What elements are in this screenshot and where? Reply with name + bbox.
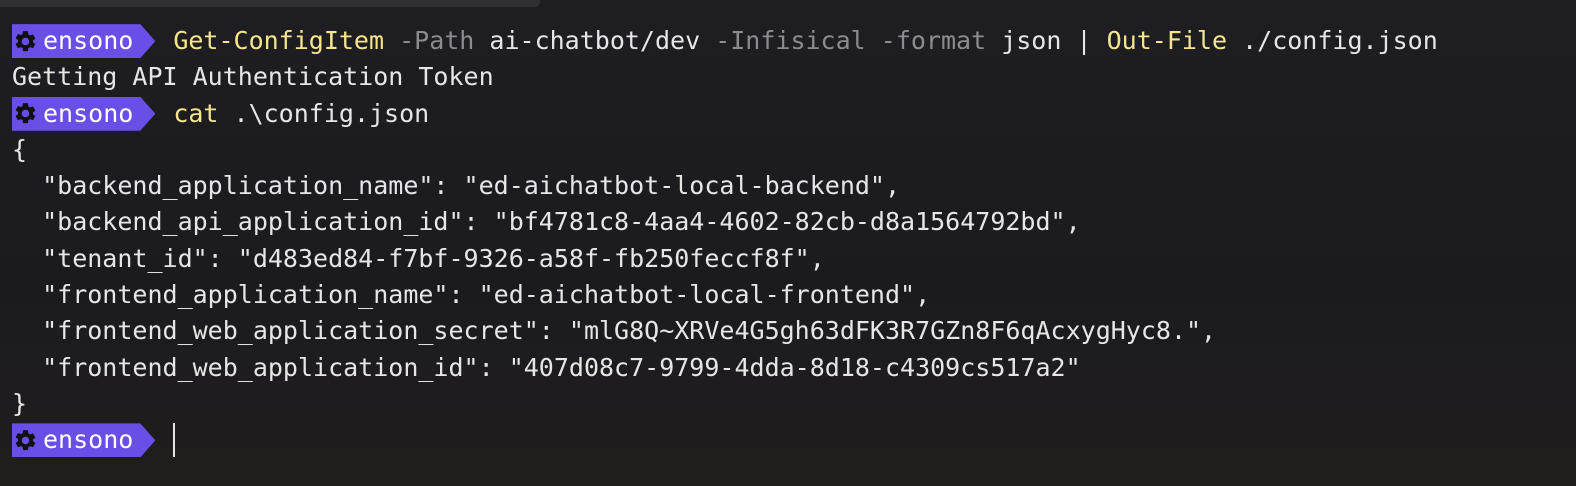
gear-icon	[13, 101, 38, 126]
json-line-text: "backend_application_name": "ed-aichatbo…	[12, 171, 901, 201]
json-line: "backend_api_application_id": "bf4781c8-…	[12, 204, 1564, 240]
text-cursor[interactable]	[173, 423, 176, 458]
prompt-label: ensono	[43, 98, 134, 128]
pipe-operator: |	[1076, 26, 1092, 55]
json-line-text: "backend_api_application_id": "bf4781c8-…	[12, 207, 1081, 237]
json-line-text: "frontend_web_application_id": "407d08c7…	[12, 352, 1081, 382]
command-line-1: ensono Get-ConfigItem -Path ai-chatbot/d…	[12, 23, 1564, 59]
param-format: -format	[880, 26, 987, 55]
command-line-2: ensono cat .\config.json	[12, 96, 1564, 132]
gear-icon	[13, 29, 38, 54]
prompt-segment: ensono	[12, 24, 155, 58]
param-path: -Path	[399, 26, 475, 55]
window-tab-strip	[0, 0, 540, 7]
param-infisical: -Infisical	[715, 26, 866, 55]
prompt-segment: ensono	[12, 97, 155, 131]
json-line: "frontend_web_application_id": "407d08c7…	[12, 350, 1564, 386]
json-brace: }	[12, 388, 28, 418]
json-line: "frontend_application_name": "ed-aichatb…	[12, 277, 1564, 313]
json-line-text: "frontend_web_application_secret": "mlG8…	[12, 316, 1217, 346]
path-value: ai-chatbot/dev	[489, 26, 701, 55]
terminal-output[interactable]: ensono Get-ConfigItem -Path ai-chatbot/d…	[12, 23, 1564, 459]
json-brace: {	[12, 134, 28, 164]
json-close-brace: }	[12, 386, 1564, 422]
json-line: "tenant_id": "d483ed84-f7bf-9326-a58f-fb…	[12, 241, 1564, 277]
command-name-2: Out-File	[1106, 26, 1228, 55]
command-argument: .\config.json	[233, 98, 430, 128]
out-file-value: ./config.json	[1242, 26, 1438, 55]
json-line-text: "tenant_id": "d483ed84-f7bf-9326-a58f-fb…	[12, 243, 825, 273]
prompt-label: ensono	[43, 425, 134, 455]
gear-icon	[13, 428, 38, 453]
json-line: "backend_application_name": "ed-aichatbo…	[12, 168, 1564, 204]
command-name: Get-ConfigItem	[173, 26, 385, 55]
json-open-brace: {	[12, 132, 1564, 168]
command-name: cat	[173, 98, 219, 128]
json-line-text: "frontend_application_name": "ed-aichatb…	[12, 280, 931, 310]
format-value: json	[1001, 26, 1062, 55]
active-prompt-line[interactable]: ensono	[12, 422, 1564, 458]
prompt-segment: ensono	[12, 423, 155, 457]
prompt-label: ensono	[43, 26, 134, 55]
output-line: Getting API Authentication Token	[12, 59, 1564, 95]
output-text: Getting API Authentication Token	[12, 62, 494, 92]
json-line: "frontend_web_application_secret": "mlG8…	[12, 313, 1564, 349]
